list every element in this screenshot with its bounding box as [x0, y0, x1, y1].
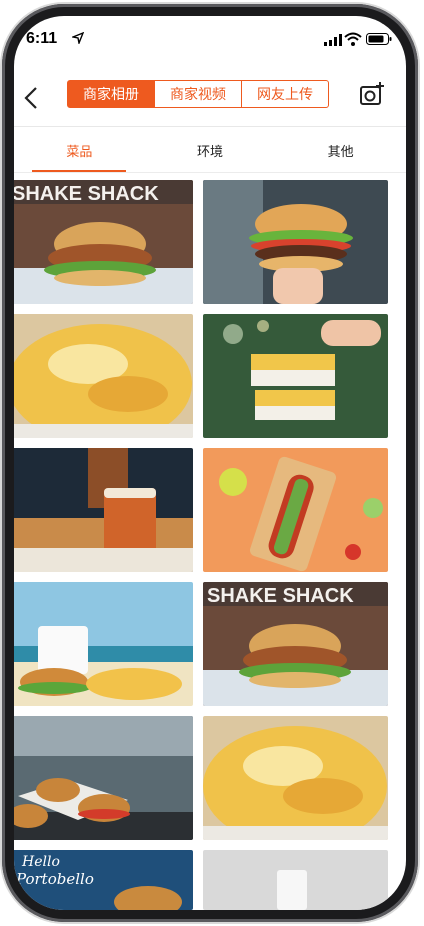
phone-frame: 6:11 商家相册 商家视频 网友上传 菜品 环境 其他 SHAKE SHACK…: [0, 0, 424, 926]
media-tabs: 商家相册 商家视频 网友上传: [67, 80, 329, 108]
tab-merchant-video[interactable]: 商家视频: [154, 81, 241, 107]
cellular-signal-icon: [324, 34, 342, 46]
photo-beer-glass[interactable]: [14, 448, 193, 572]
location-arrow-icon: [72, 32, 84, 44]
wifi-icon: [344, 32, 362, 46]
phone-screen: 6:11 商家相册 商家视频 网友上传 菜品 环境 其他 SHAKE SHACK…: [14, 16, 406, 910]
photo-cheese-fries-2[interactable]: [203, 716, 388, 840]
camera-add-icon[interactable]: [358, 80, 386, 108]
back-chevron-icon[interactable]: [14, 78, 54, 118]
photo-cheese-fries[interactable]: [14, 314, 193, 438]
shakeshack-sign-text: SHAKE SHACK: [207, 585, 354, 607]
portobello-text: Portobello: [15, 870, 94, 888]
photo-burger-hand[interactable]: [203, 180, 388, 304]
category-tab-other[interactable]: 其他: [275, 128, 406, 172]
hello-text: Hello: [21, 854, 60, 870]
category-tab-environment[interactable]: 环境: [145, 128, 276, 172]
tab-merchant-album[interactable]: 商家相册: [68, 81, 154, 107]
tab-user-uploads[interactable]: 网友上传: [241, 81, 328, 107]
category-divider: [14, 172, 406, 173]
category-tabs: 菜品 环境 其他: [14, 128, 406, 172]
photo-burger-beach[interactable]: [14, 582, 193, 706]
photo-burger-shakeshack-2[interactable]: SHAKE SHACK: [203, 582, 388, 706]
shakeshack-sign-text: SHAKE SHACK: [14, 183, 159, 205]
photo-hotdog[interactable]: [203, 448, 388, 572]
photo-burger-shakeshack[interactable]: SHAKE SHACK: [14, 180, 193, 304]
category-tab-dishes[interactable]: 菜品: [14, 128, 145, 172]
battery-icon: [366, 33, 392, 45]
status-time: 6:11: [26, 30, 58, 47]
photo-portobello[interactable]: Hello Portobello: [14, 850, 193, 910]
photo-shake-cup[interactable]: [203, 850, 388, 910]
nav-divider: [14, 126, 406, 127]
status-bar: 6:11: [14, 16, 406, 60]
photo-fries-boats[interactable]: [203, 314, 388, 438]
photo-burgers-tray[interactable]: [14, 716, 193, 840]
